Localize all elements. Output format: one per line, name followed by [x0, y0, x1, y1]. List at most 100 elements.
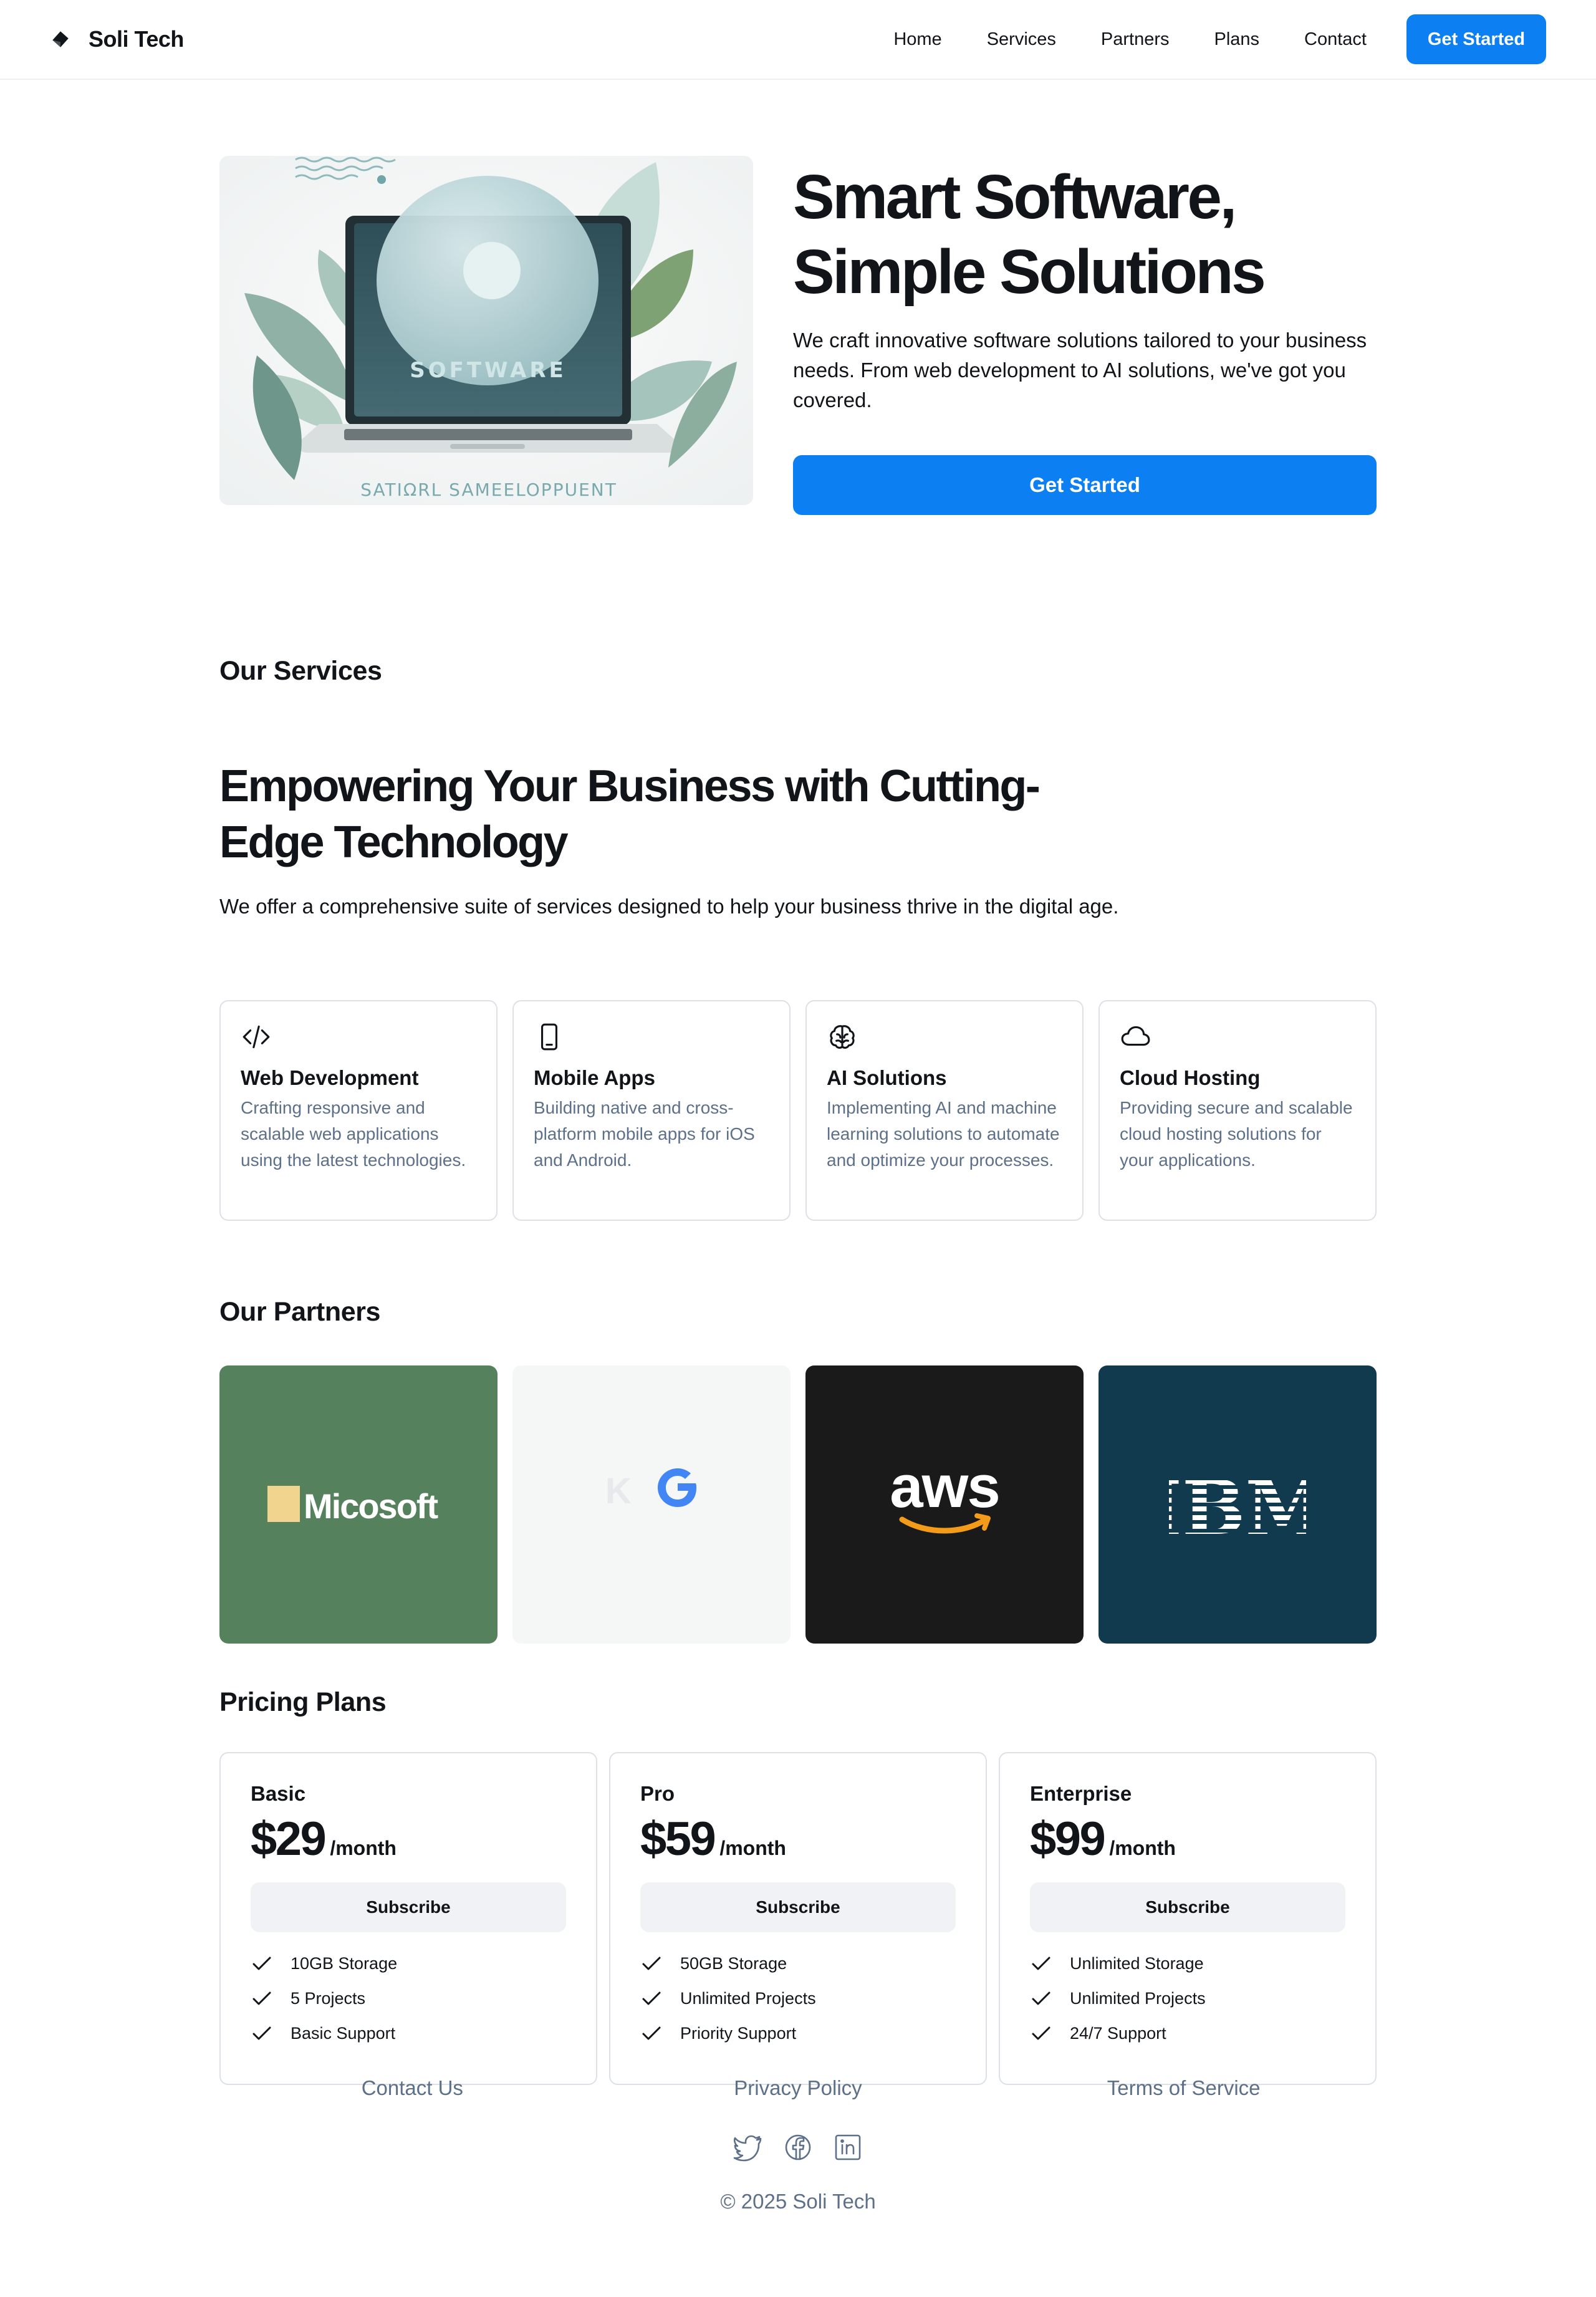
hero-image-caption: SATIΩRL SAMEELOPPUENT — [360, 479, 617, 500]
plan-price: $59 /month — [640, 1812, 956, 1866]
brand-name: Soli Tech — [89, 26, 184, 52]
check-icon — [642, 1957, 661, 1970]
hero-subtitle: We craft innovative software solutions t… — [793, 329, 1367, 412]
plan-card-enterprise: Enterprise $99 /month Subscribe Unlimite… — [999, 1752, 1377, 2085]
feature-label: 50GB Storage — [680, 1953, 787, 1973]
feature-label: Unlimited Projects — [1070, 1988, 1206, 2008]
header-get-started-button[interactable]: Get Started — [1406, 14, 1546, 64]
subscribe-button[interactable]: Subscribe — [640, 1882, 956, 1932]
plan-card-basic: Basic $29 /month Subscribe 10GB Storage … — [219, 1752, 597, 2085]
plan-price: $99 /month — [1030, 1812, 1345, 1866]
footer-links: Contact Us Privacy Policy Terms of Servi… — [219, 2076, 1377, 2100]
check-icon — [1032, 1957, 1050, 1970]
nav-plans[interactable]: Plans — [1214, 29, 1260, 50]
service-description: Providing secure and scalable cloud host… — [1120, 1098, 1353, 1170]
services-intro: Empowering Your Business with Cutting-Ed… — [219, 758, 1377, 922]
site-header: Soli Tech Home Services Partners Plans C… — [0, 0, 1596, 80]
mobile-phone-icon — [541, 1023, 558, 1051]
brain-icon — [830, 1025, 855, 1049]
feature-label: Basic Support — [291, 2023, 396, 2043]
code-icon — [243, 1025, 270, 1049]
nav-home[interactable]: Home — [893, 29, 941, 50]
check-icon — [642, 1991, 661, 2005]
check-icon — [642, 2026, 661, 2040]
nav-contact[interactable]: Contact — [1304, 29, 1367, 50]
subscribe-button[interactable]: Subscribe — [1030, 1882, 1345, 1932]
hero-title-line-1: Smart Software, — [793, 162, 1237, 232]
footer-link-privacy[interactable]: Privacy Policy — [605, 2076, 991, 2100]
plan-name: Basic — [251, 1782, 306, 1805]
partners-grid: Micosoft K aws BM — [219, 1365, 1377, 1644]
partner-name: aws — [890, 1455, 999, 1520]
services-heading: Our Services — [219, 656, 382, 686]
laptop-illustration: SOFTWARE SATIΩRL SAMEELOPPUENT — [219, 156, 753, 505]
partner-logo-aws[interactable]: aws — [805, 1365, 1084, 1644]
plan-card-pro: Pro $59 /month Subscribe 50GB Storage Un… — [609, 1752, 987, 2085]
subscribe-button[interactable]: Subscribe — [251, 1882, 566, 1932]
plan-amount: $59 — [640, 1813, 716, 1866]
plan-amount: $29 — [251, 1813, 327, 1866]
main-nav: Home Services Partners Plans Contact Get… — [848, 14, 1546, 64]
partner-logo-micosoft[interactable]: Micosoft — [219, 1365, 498, 1644]
service-card-web-development[interactable]: Web Development Crafting responsive and … — [219, 1000, 498, 1221]
check-icon — [252, 1991, 271, 2005]
partner-logo-google[interactable]: K — [512, 1365, 791, 1644]
facebook-icon[interactable] — [783, 2132, 813, 2162]
ibm-logo: IBM — [1169, 1470, 1306, 1539]
feature-label: Priority Support — [680, 2023, 797, 2043]
aws-logo: aws — [890, 1455, 1001, 1534]
hero-title-line-2: Simple Solutions — [793, 237, 1266, 307]
nav-partners[interactable]: Partners — [1101, 29, 1170, 50]
footer-link-contact[interactable]: Contact Us — [219, 2076, 605, 2100]
footer-link-terms[interactable]: Terms of Service — [991, 2076, 1377, 2100]
services-subtitle: We offer a comprehensive suite of servic… — [219, 895, 1119, 918]
feature-label: 5 Projects — [291, 1988, 366, 2008]
service-description: Crafting responsive and scalable web app… — [241, 1098, 466, 1170]
nav-services[interactable]: Services — [987, 29, 1056, 50]
cloud-icon — [1121, 1026, 1150, 1046]
feature-item: Priority Support — [640, 2016, 956, 2051]
linkedin-icon[interactable] — [833, 2132, 863, 2162]
hero-section: SOFTWARE SATIΩRL SAMEELOPPUENT Smart Sof… — [219, 80, 1377, 515]
feature-list: 10GB Storage 5 Projects Basic Support — [251, 1946, 566, 2051]
service-card-cloud-hosting[interactable]: Cloud Hosting Providing secure and scala… — [1098, 1000, 1377, 1221]
partner-name: Micosoft — [304, 1486, 438, 1526]
main-content: SOFTWARE SATIΩRL SAMEELOPPUENT Smart Sof… — [219, 80, 1377, 2085]
copyright: © 2025 Soli Tech — [720, 2190, 876, 2213]
feature-label: Unlimited Projects — [680, 1988, 816, 2008]
feature-item: 50GB Storage — [640, 1946, 956, 1981]
feature-label: 10GB Storage — [291, 1953, 398, 1973]
site-footer: Contact Us Privacy Policy Terms of Servi… — [0, 2076, 1596, 2213]
plan-amount: $99 — [1030, 1813, 1106, 1866]
service-title: AI Solutions — [827, 1066, 947, 1089]
service-card-mobile-apps[interactable]: Mobile Apps Building native and cross-pl… — [512, 1000, 791, 1221]
feature-item: 24/7 Support — [1030, 2016, 1345, 2051]
feature-item: Unlimited Projects — [640, 1981, 956, 2016]
service-card-ai-solutions[interactable]: AI Solutions Implementing AI and machine… — [805, 1000, 1084, 1221]
brand[interactable]: Soli Tech — [50, 26, 184, 52]
check-icon — [252, 2026, 271, 2040]
laptop-screen-text: SOFTWARE — [410, 358, 567, 383]
feature-list: Unlimited Storage Unlimited Projects 24/… — [1030, 1946, 1345, 2051]
service-description: Implementing AI and machine learning sol… — [827, 1098, 1060, 1170]
feature-list: 50GB Storage Unlimited Projects Priority… — [640, 1946, 956, 2051]
feature-item: 10GB Storage — [251, 1946, 566, 1981]
twitter-icon[interactable] — [733, 2132, 763, 2162]
logo-icon — [52, 31, 69, 47]
hero-get-started-button[interactable]: Get Started — [793, 455, 1377, 515]
partner-name-k: K — [605, 1471, 632, 1511]
partner-logo-ibm[interactable]: IBM — [1098, 1365, 1377, 1644]
feature-item: Unlimited Projects — [1030, 1981, 1345, 2016]
services-grid: Web Development Crafting responsive and … — [219, 1000, 1377, 1221]
plan-price: $29 /month — [251, 1812, 566, 1866]
hero-text: Smart Software, Simple Solutions We craf… — [793, 160, 1377, 515]
check-icon — [1032, 1991, 1050, 2005]
feature-item: Unlimited Storage — [1030, 1946, 1345, 1981]
plan-period: /month — [330, 1837, 397, 1859]
feature-label: Unlimited Storage — [1070, 1953, 1204, 1973]
feature-label: 24/7 Support — [1070, 2023, 1166, 2043]
hero-title: Smart Software, Simple Solutions — [793, 160, 1377, 309]
services-title: Empowering Your Business with Cutting-Ed… — [219, 761, 1041, 867]
pricing-grid: Basic $29 /month Subscribe 10GB Storage … — [219, 1752, 1377, 2085]
check-icon — [252, 1957, 271, 1970]
